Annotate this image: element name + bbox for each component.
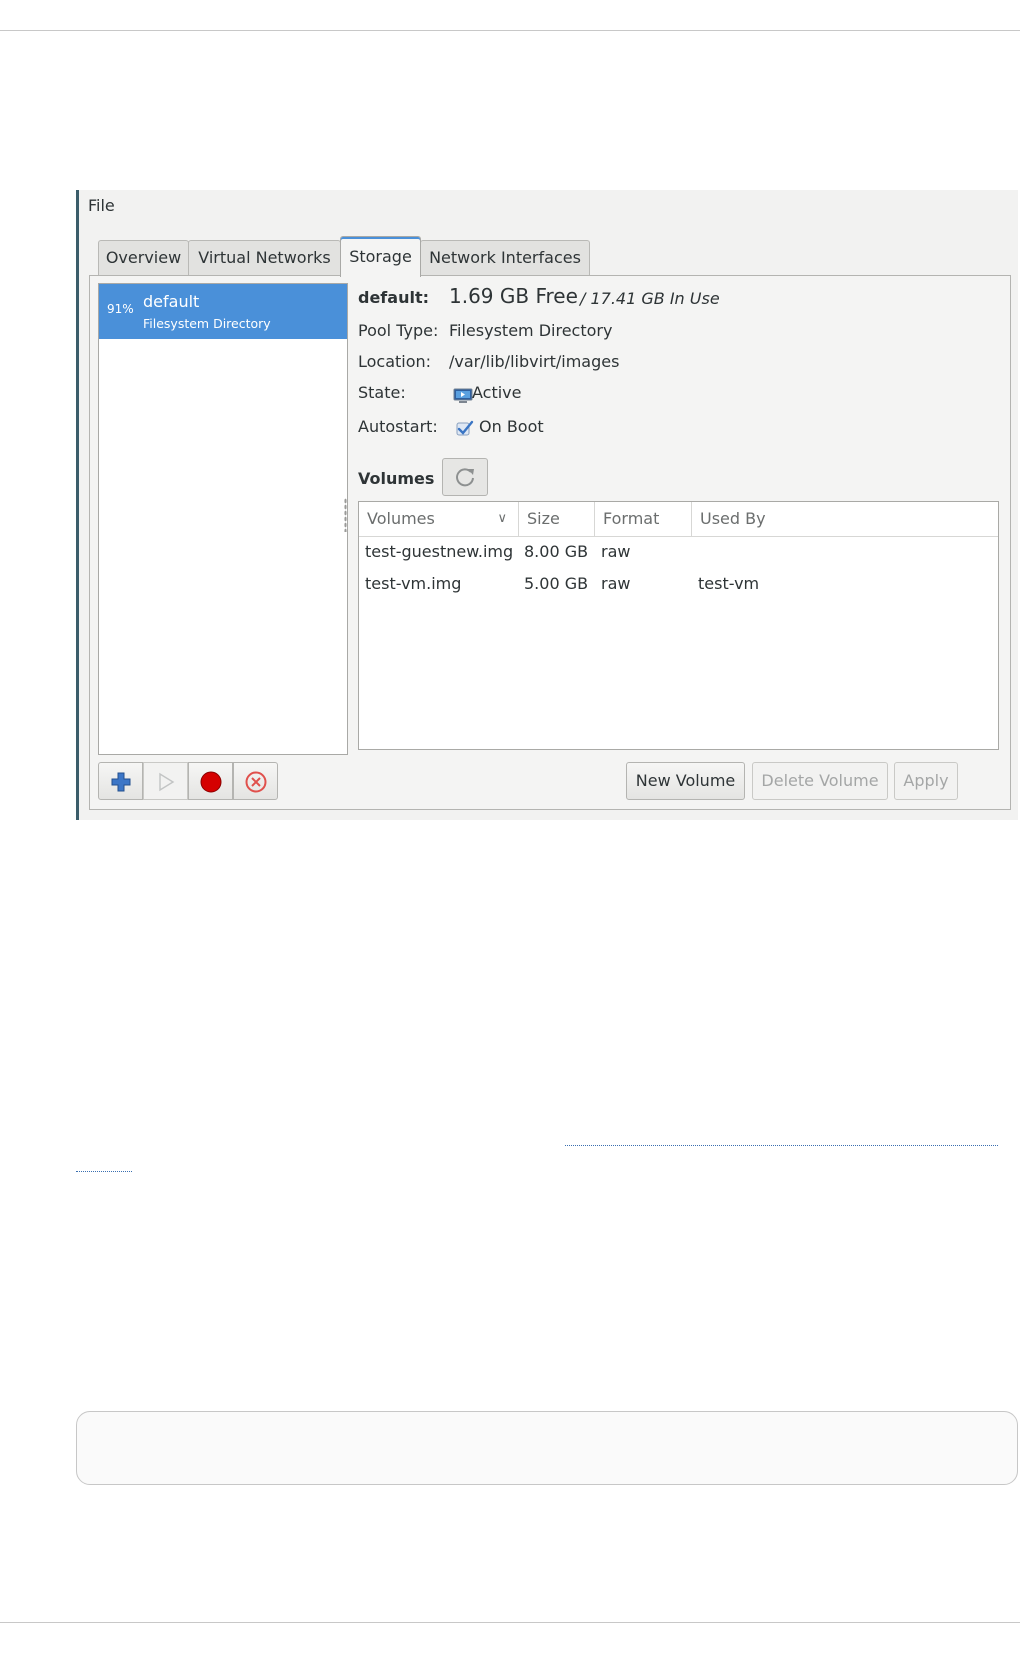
column-header-used-by[interactable]: Used By xyxy=(691,502,998,536)
volumes-table-header: Volumes ∨ Size Format Used By xyxy=(359,502,998,537)
table-row[interactable]: test-vm.img 5.00 GB raw test-vm xyxy=(359,568,998,600)
delete-pool-icon xyxy=(245,771,267,793)
autostart-label: Autostart: xyxy=(358,417,438,436)
state-label: State: xyxy=(358,383,406,402)
add-pool-icon xyxy=(111,772,131,792)
volume-name: test-guestnew.img xyxy=(365,542,514,561)
delete-pool-button[interactable] xyxy=(233,762,278,800)
volume-used-by: test-vm xyxy=(698,574,760,593)
location-value: /var/lib/libvirt/images xyxy=(449,352,620,371)
autostart-value: On Boot xyxy=(479,417,544,436)
monitor-icon xyxy=(453,388,473,404)
tab-virtual-networks[interactable]: Virtual Networks xyxy=(188,240,341,276)
volumes-section-label: Volumes xyxy=(358,469,435,488)
pool-type-value: Filesystem Directory xyxy=(449,321,613,340)
pool-in-use: / 17.41 GB In Use xyxy=(580,289,720,308)
pool-name-label: default: xyxy=(358,288,429,307)
volume-size: 5.00 GB xyxy=(524,574,589,593)
document-link-continued[interactable] xyxy=(76,1171,132,1172)
volume-format: raw xyxy=(601,574,631,593)
stop-pool-button[interactable] xyxy=(188,762,233,800)
checkbox-checked-icon[interactable] xyxy=(456,420,474,436)
code-block xyxy=(76,1411,1018,1485)
column-header-size[interactable]: Size xyxy=(518,502,595,536)
apply-button[interactable]: Apply xyxy=(894,762,958,800)
pool-name: default xyxy=(143,292,200,311)
table-row[interactable]: test-guestnew.img 8.00 GB raw xyxy=(359,536,998,568)
pool-type-label: Pool Type: xyxy=(358,321,439,340)
column-header-volumes[interactable]: Volumes ∨ xyxy=(359,502,519,536)
volume-format: raw xyxy=(601,542,631,561)
refresh-volumes-button[interactable] xyxy=(442,458,488,496)
volume-name: test-vm.img xyxy=(365,574,462,593)
location-label: Location: xyxy=(358,352,432,371)
volumes-table: Volumes ∨ Size Format Used By test-guest… xyxy=(358,501,999,750)
virt-manager-window: File Overview Virtual Networks Storage N… xyxy=(76,190,1018,820)
pane-resize-handle[interactable] xyxy=(344,498,347,532)
start-pool-icon xyxy=(159,772,175,792)
refresh-icon xyxy=(456,468,474,487)
menu-file[interactable]: File xyxy=(88,196,115,215)
pool-usage-percent: 91% xyxy=(107,302,134,316)
start-pool-button[interactable] xyxy=(143,762,188,800)
column-header-format[interactable]: Format xyxy=(594,502,692,536)
page-header-rule xyxy=(0,30,1020,31)
state-value: Active xyxy=(472,383,522,402)
chevron-down-icon: ∨ xyxy=(497,511,507,526)
stop-pool-icon xyxy=(200,771,222,793)
pool-list: 91% default Filesystem Directory xyxy=(98,283,348,755)
delete-volume-button[interactable]: Delete Volume xyxy=(752,762,888,800)
volume-size: 8.00 GB xyxy=(524,542,589,561)
pool-list-item-default[interactable]: 91% default Filesystem Directory xyxy=(99,284,347,339)
page-footer-rule xyxy=(0,1622,1020,1623)
tab-network-interfaces[interactable]: Network Interfaces xyxy=(420,240,590,276)
add-pool-button[interactable] xyxy=(98,762,143,800)
tab-overview[interactable]: Overview xyxy=(98,240,189,276)
document-link[interactable] xyxy=(565,1145,998,1146)
new-volume-button[interactable]: New Volume xyxy=(626,762,745,800)
pool-type: Filesystem Directory xyxy=(143,316,271,331)
storage-tab-panel: 91% default Filesystem Directory default… xyxy=(89,275,1011,810)
pool-free-space: 1.69 GB Free xyxy=(449,284,578,308)
tab-storage[interactable]: Storage xyxy=(340,236,421,277)
